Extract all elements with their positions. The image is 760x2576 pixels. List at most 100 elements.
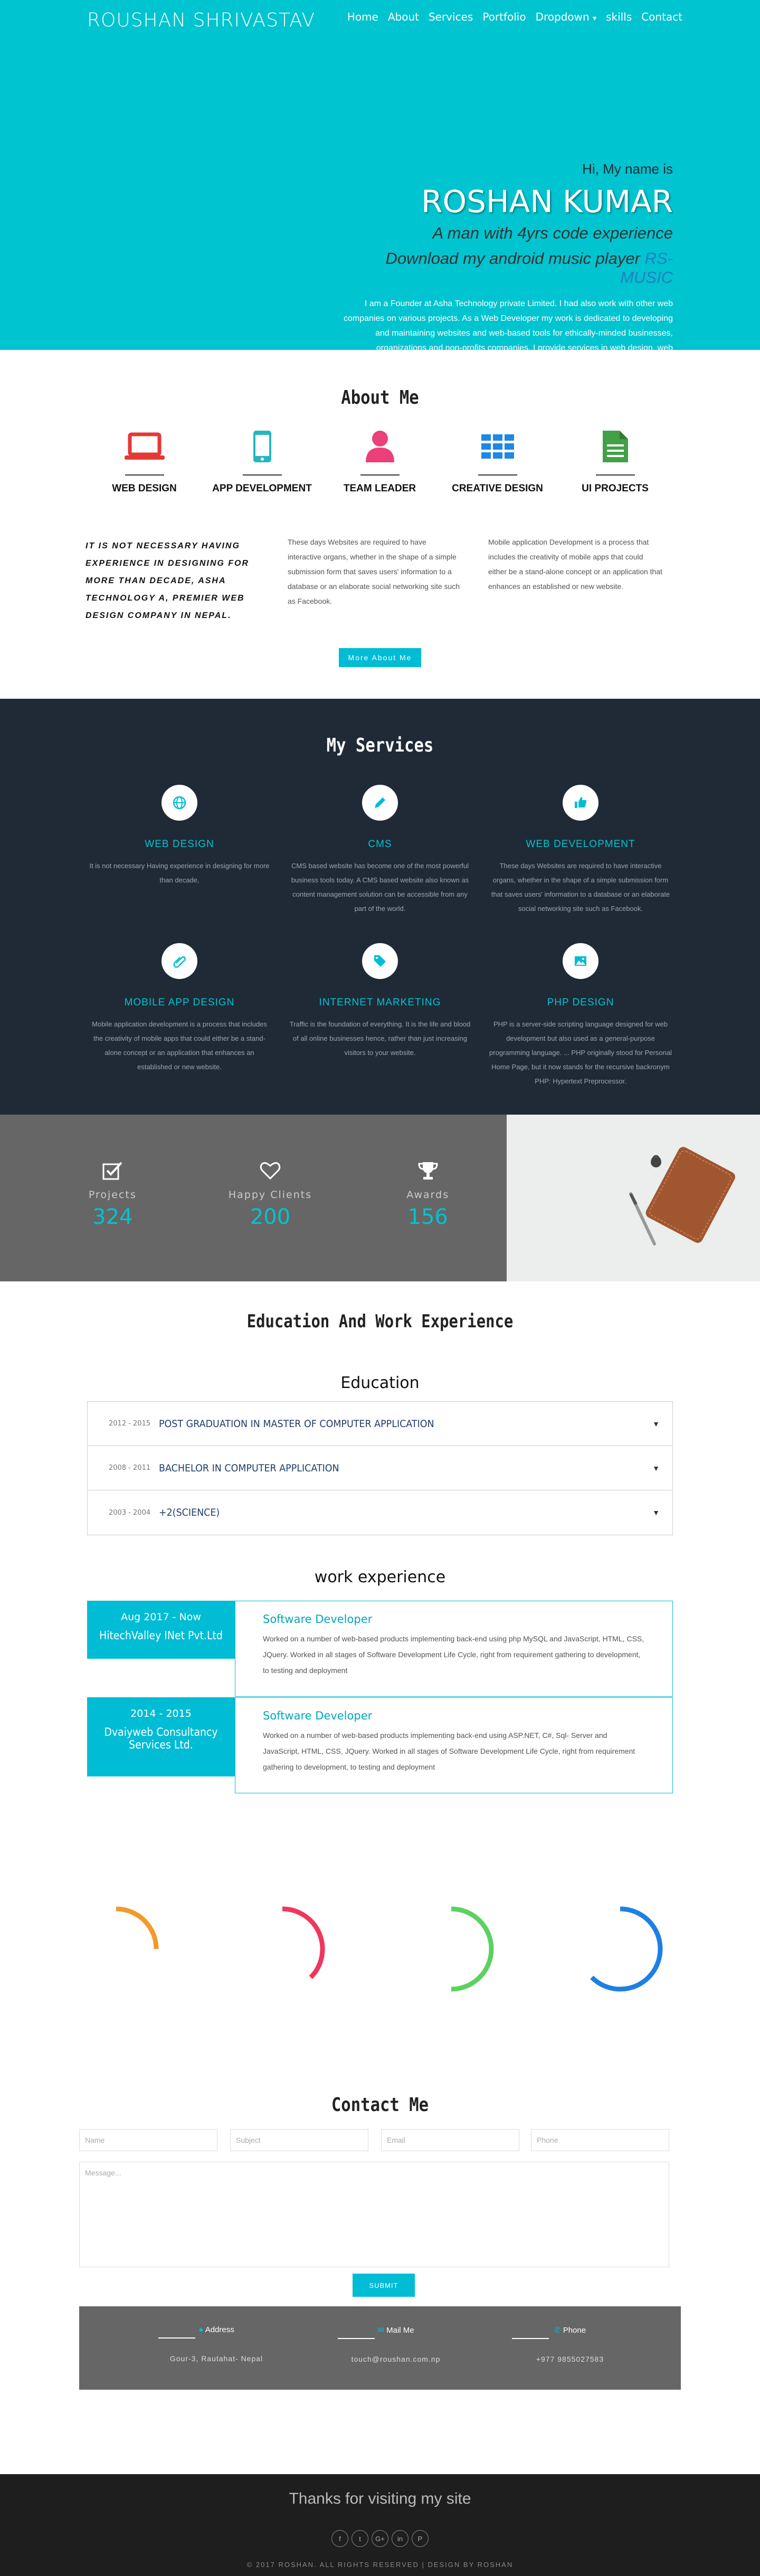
- checkbox-icon: [34, 1161, 192, 1183]
- service-item: WEB DEVELOPMENT These days Websites are …: [488, 785, 673, 916]
- about-icons: WEB DESIGN APP DEVELOPMENT TEAM LEADER C…: [86, 429, 674, 495]
- work-date-box: Aug 2017 - Now HitechValley INet Pvt.Ltd: [87, 1601, 235, 1659]
- contact-info-value[interactable]: touch@roushan.com.np: [327, 2355, 464, 2363]
- service-title: MOBILE APP DESIGN: [124, 997, 235, 1008]
- pencil-icon: [362, 785, 398, 821]
- laptop-icon: [86, 429, 203, 464]
- pinterest-icon[interactable]: P: [412, 2530, 429, 2547]
- work-desc: Worked on a number of web-based products…: [263, 1634, 644, 1675]
- service-desc: Traffic is the foundation of everything.…: [289, 1020, 471, 1057]
- stat-value: 200: [250, 1205, 291, 1229]
- name-input[interactable]: Name: [79, 2129, 217, 2151]
- work-item: Aug 2017 - Now HitechValley INet Pvt.Ltd…: [87, 1601, 673, 1697]
- phone-input[interactable]: Phone: [531, 2129, 669, 2151]
- skill-ring: [451, 1906, 494, 1992]
- stats-section: Projects 324 Happy Clients 200 Awards 15…: [0, 1115, 760, 1281]
- about-item-label: APP DEVELOPMENT: [212, 483, 312, 494]
- submit-button[interactable]: SUBMIT: [353, 2274, 415, 2297]
- work-company: HitechValley INet Pvt.Ltd: [99, 1629, 223, 1642]
- contact-info-value: Gour-3, Rautahat- Nepal: [169, 2354, 263, 2363]
- about-item: WEB DESIGN: [86, 429, 203, 495]
- chevron-down-icon[interactable]: ▼: [652, 1508, 660, 1517]
- copyright: © 2017 ROSHAN. ALL RIGHTS RESERVED | DES…: [246, 2561, 514, 2569]
- hero-tagline: A man with 4yrs code experience: [432, 224, 673, 242]
- about-item: CREATIVE DESIGN: [439, 429, 556, 495]
- nav-contact[interactable]: Contact: [641, 11, 682, 23]
- work-desc: Worked on a number of web-based products…: [263, 1731, 635, 1771]
- paperclip-icon: [162, 943, 197, 979]
- work-date-box: 2014 - 2015 Dvaiyweb Consultancy Service…: [87, 1697, 235, 1776]
- about-quote: IT IS NOT NECESSARY HAVING EXPERIENCE IN…: [86, 541, 250, 620]
- contact-section: Contact Me Name Subject Email Phone Mess…: [0, 2089, 760, 2474]
- about-item: APP DEVELOPMENT: [203, 429, 321, 495]
- stat-item: Awards 156: [349, 1115, 507, 1281]
- work-details: Software Developer Worked on a number of…: [235, 1601, 673, 1697]
- work-role: Software Developer: [263, 1709, 373, 1722]
- stat-value: 156: [407, 1205, 448, 1229]
- work-date: Aug 2017 - Now: [121, 1611, 201, 1623]
- about-item: TEAM LEADER: [321, 429, 439, 495]
- google-plus-icon[interactable]: G+: [372, 2530, 388, 2547]
- hero-download: Download my android music player RS-MUSI…: [335, 249, 673, 287]
- service-desc: CMS based website has become one of the …: [291, 862, 469, 912]
- contact-info-heading: ✆ Phone: [554, 2326, 586, 2335]
- section-title: About Me: [341, 387, 419, 408]
- nav-dropdown-label: Dropdown: [535, 11, 590, 23]
- footer-thanks: Thanks for visiting my site: [289, 2490, 471, 2507]
- about-paragraph: These days Websites are required to have…: [288, 538, 460, 605]
- chevron-down-icon[interactable]: ▼: [652, 1464, 660, 1472]
- nav-portfolio[interactable]: Portfolio: [482, 11, 526, 23]
- accordion-years: 2003 - 2004: [109, 1508, 151, 1517]
- nav-skills[interactable]: skills: [606, 11, 632, 23]
- message-textarea[interactable]: Message...: [79, 2162, 669, 2267]
- accordion-row[interactable]: 2008 - 2011 BACHELOR IN COMPUTER APPLICA…: [88, 1446, 672, 1490]
- accordion-row[interactable]: 2012 - 2015 POST GRADUATION IN MASTER OF…: [88, 1402, 672, 1446]
- document-icon: [556, 429, 674, 464]
- nav-home[interactable]: Home: [347, 11, 378, 23]
- skills-rings: [116, 1906, 663, 1992]
- email-input[interactable]: Email: [381, 2129, 519, 2151]
- accordion-years: 2008 - 2011: [109, 1464, 151, 1472]
- brand-logo[interactable]: ROUSHAN SHRIVASTAV: [87, 9, 315, 31]
- service-desc: These days Websites are required to have…: [491, 862, 670, 912]
- about-item: UI PROJECTS: [556, 429, 674, 495]
- contact-info-value[interactable]: +977 9855027583: [501, 2355, 639, 2363]
- service-item: INTERNET MARKETING Traffic is the founda…: [288, 943, 472, 1060]
- accordion-title: +2(SCIENCE): [159, 1507, 220, 1518]
- about-item-label: UI PROJECTS: [582, 483, 649, 494]
- about-section: About Me WEB DESIGN APP DEVELOPMENT TEAM…: [0, 350, 760, 699]
- nav-dropdown[interactable]: Dropdown ▾: [536, 11, 596, 23]
- section-title: Contact Me: [331, 2094, 429, 2116]
- contact-info-item: ✉ Mail Me touch@roushan.com.np: [327, 2325, 464, 2363]
- hero-greeting: Hi, My name is: [582, 161, 673, 177]
- chevron-down-icon[interactable]: ▼: [652, 1420, 660, 1428]
- image-icon: [563, 943, 598, 979]
- linkedin-icon[interactable]: in: [392, 2530, 408, 2547]
- service-title: WEB DEVELOPMENT: [526, 839, 635, 850]
- nav-services[interactable]: Services: [429, 11, 473, 23]
- facebook-icon[interactable]: f: [331, 2530, 348, 2547]
- skill-ring: [116, 1906, 159, 1950]
- subject-input[interactable]: Subject: [230, 2129, 368, 2151]
- more-about-button[interactable]: More About Me: [338, 648, 422, 667]
- accordion-row[interactable]: 2003 - 2004 +2(SCIENCE) ▼: [88, 1490, 672, 1535]
- education-accordion: 2012 - 2015 POST GRADUATION IN MASTER OF…: [87, 1401, 673, 1535]
- twitter-icon[interactable]: t: [352, 2530, 368, 2547]
- footer: Thanks for visiting my site f t G+ in P …: [0, 2474, 760, 2576]
- services-section: My Services WEB DESIGN It is not necessa…: [0, 699, 760, 1115]
- service-title: PHP DESIGN: [547, 997, 614, 1008]
- globe-icon: [162, 785, 197, 821]
- about-item-label: WEB DESIGN: [112, 483, 177, 494]
- service-desc: It is not necessary Having experience in…: [89, 862, 270, 884]
- contact-info-box: ● Address Gour-3, Rautahat- Nepal ✉ Mail…: [79, 2306, 681, 2390]
- work-role: Software Developer: [263, 1613, 373, 1626]
- stat-label: Happy Clients: [228, 1189, 312, 1201]
- contact-info-heading: ✉ Mail Me: [377, 2326, 414, 2335]
- contact-info-item: ● Address Gour-3, Rautahat- Nepal: [148, 2325, 285, 2363]
- tag-icon: [362, 943, 398, 979]
- about-paragraph: Mobile application Development is a proc…: [488, 538, 663, 591]
- stat-value: 324: [92, 1205, 133, 1229]
- nav-about[interactable]: About: [388, 11, 419, 23]
- service-item: CMS CMS based website has become one of …: [288, 785, 472, 916]
- navbar: ROUSHAN SHRIVASTAV Home About Services P…: [0, 0, 760, 38]
